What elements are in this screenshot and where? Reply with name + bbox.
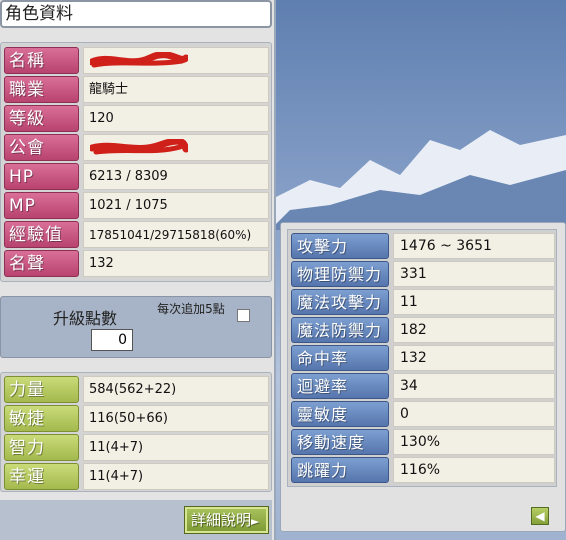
jump-label: 跳躍力 bbox=[291, 457, 389, 483]
weapon-def-value: 331 bbox=[393, 261, 555, 287]
redaction-scribble bbox=[90, 52, 188, 68]
ability-points-label: 升級點數 bbox=[53, 309, 118, 328]
detail-stats-list: 攻擊力 1476 ~ 3651 物理防禦力 331 魔法攻擊力 11 魔法防禦力… bbox=[287, 229, 557, 487]
character-info-window: 角色資料 名稱 職業 龍騎士 等級 120 公會 HP 6213 / 8309 … bbox=[0, 0, 276, 540]
auto-add-checkbox[interactable] bbox=[237, 309, 250, 322]
mountain-scenery bbox=[270, 130, 566, 230]
dex-value: 116(50+66) bbox=[83, 405, 269, 432]
detail-stats-panel: 攻擊力 1476 ~ 3651 物理防禦力 331 魔法攻擊力 11 魔法防禦力… bbox=[280, 222, 566, 532]
level-label: 等級 bbox=[4, 105, 79, 132]
jump-value: 116% bbox=[393, 457, 555, 483]
job-label: 職業 bbox=[4, 76, 79, 103]
hands-value: 0 bbox=[393, 401, 555, 427]
fame-value: 132 bbox=[83, 250, 269, 277]
arrow-left-icon: ◀ bbox=[535, 509, 545, 523]
int-label: 智力 bbox=[4, 434, 79, 461]
exp-label: 經驗值 bbox=[4, 221, 79, 248]
int-value: 11(4+7) bbox=[83, 434, 269, 461]
basic-info-section: 名稱 職業 龍騎士 等級 120 公會 HP 6213 / 8309 MP 10… bbox=[0, 42, 272, 282]
stats-section: 力量 584(562+22) 敏捷 116(50+66) 智力 11(4+7) … bbox=[0, 372, 272, 492]
attack-label: 攻擊力 bbox=[291, 233, 389, 259]
ability-points-section: 升級點數 0 每次追加5點 bbox=[0, 296, 272, 358]
mp-value: 1021 / 1075 bbox=[83, 192, 269, 219]
back-button[interactable]: ◀ bbox=[531, 507, 549, 525]
guild-label: 公會 bbox=[4, 134, 79, 161]
name-label: 名稱 bbox=[4, 47, 79, 74]
magic-def-value: 182 bbox=[393, 317, 555, 343]
magic-atk-value: 11 bbox=[393, 289, 555, 315]
speed-value: 130% bbox=[393, 429, 555, 455]
magic-atk-label: 魔法攻擊力 bbox=[291, 289, 389, 315]
hp-value: 6213 / 8309 bbox=[83, 163, 269, 190]
weapon-def-label: 物理防禦力 bbox=[291, 261, 389, 287]
attack-value: 1476 ~ 3651 bbox=[393, 233, 555, 259]
hp-label: HP bbox=[4, 163, 79, 190]
name-value bbox=[83, 47, 269, 74]
guild-value bbox=[83, 134, 269, 161]
job-value: 龍騎士 bbox=[83, 76, 269, 103]
level-value: 120 bbox=[83, 105, 269, 132]
detail-button[interactable]: 詳細說明► bbox=[184, 506, 269, 534]
avoid-value: 34 bbox=[393, 373, 555, 399]
ability-points-value: 0 bbox=[91, 329, 133, 351]
str-label: 力量 bbox=[4, 376, 79, 403]
arrow-right-icon: ► bbox=[251, 515, 260, 528]
redaction-scribble bbox=[90, 139, 188, 155]
exp-value: 17851041/29715818(60%) bbox=[83, 221, 269, 248]
hands-label: 靈敏度 bbox=[291, 401, 389, 427]
accuracy-label: 命中率 bbox=[291, 345, 389, 371]
auto-add-label: 每次追加5點 bbox=[157, 302, 225, 316]
luk-label: 幸運 bbox=[4, 463, 79, 490]
speed-label: 移動速度 bbox=[291, 429, 389, 455]
fame-label: 名聲 bbox=[4, 250, 79, 277]
luk-value: 11(4+7) bbox=[83, 463, 269, 490]
magic-def-label: 魔法防禦力 bbox=[291, 317, 389, 343]
dex-label: 敏捷 bbox=[4, 405, 79, 432]
accuracy-value: 132 bbox=[393, 345, 555, 371]
mp-label: MP bbox=[4, 192, 79, 219]
str-value: 584(562+22) bbox=[83, 376, 269, 403]
detail-button-label: 詳細說明 bbox=[191, 511, 252, 529]
window-title: 角色資料 bbox=[0, 0, 272, 28]
avoid-label: 迴避率 bbox=[291, 373, 389, 399]
